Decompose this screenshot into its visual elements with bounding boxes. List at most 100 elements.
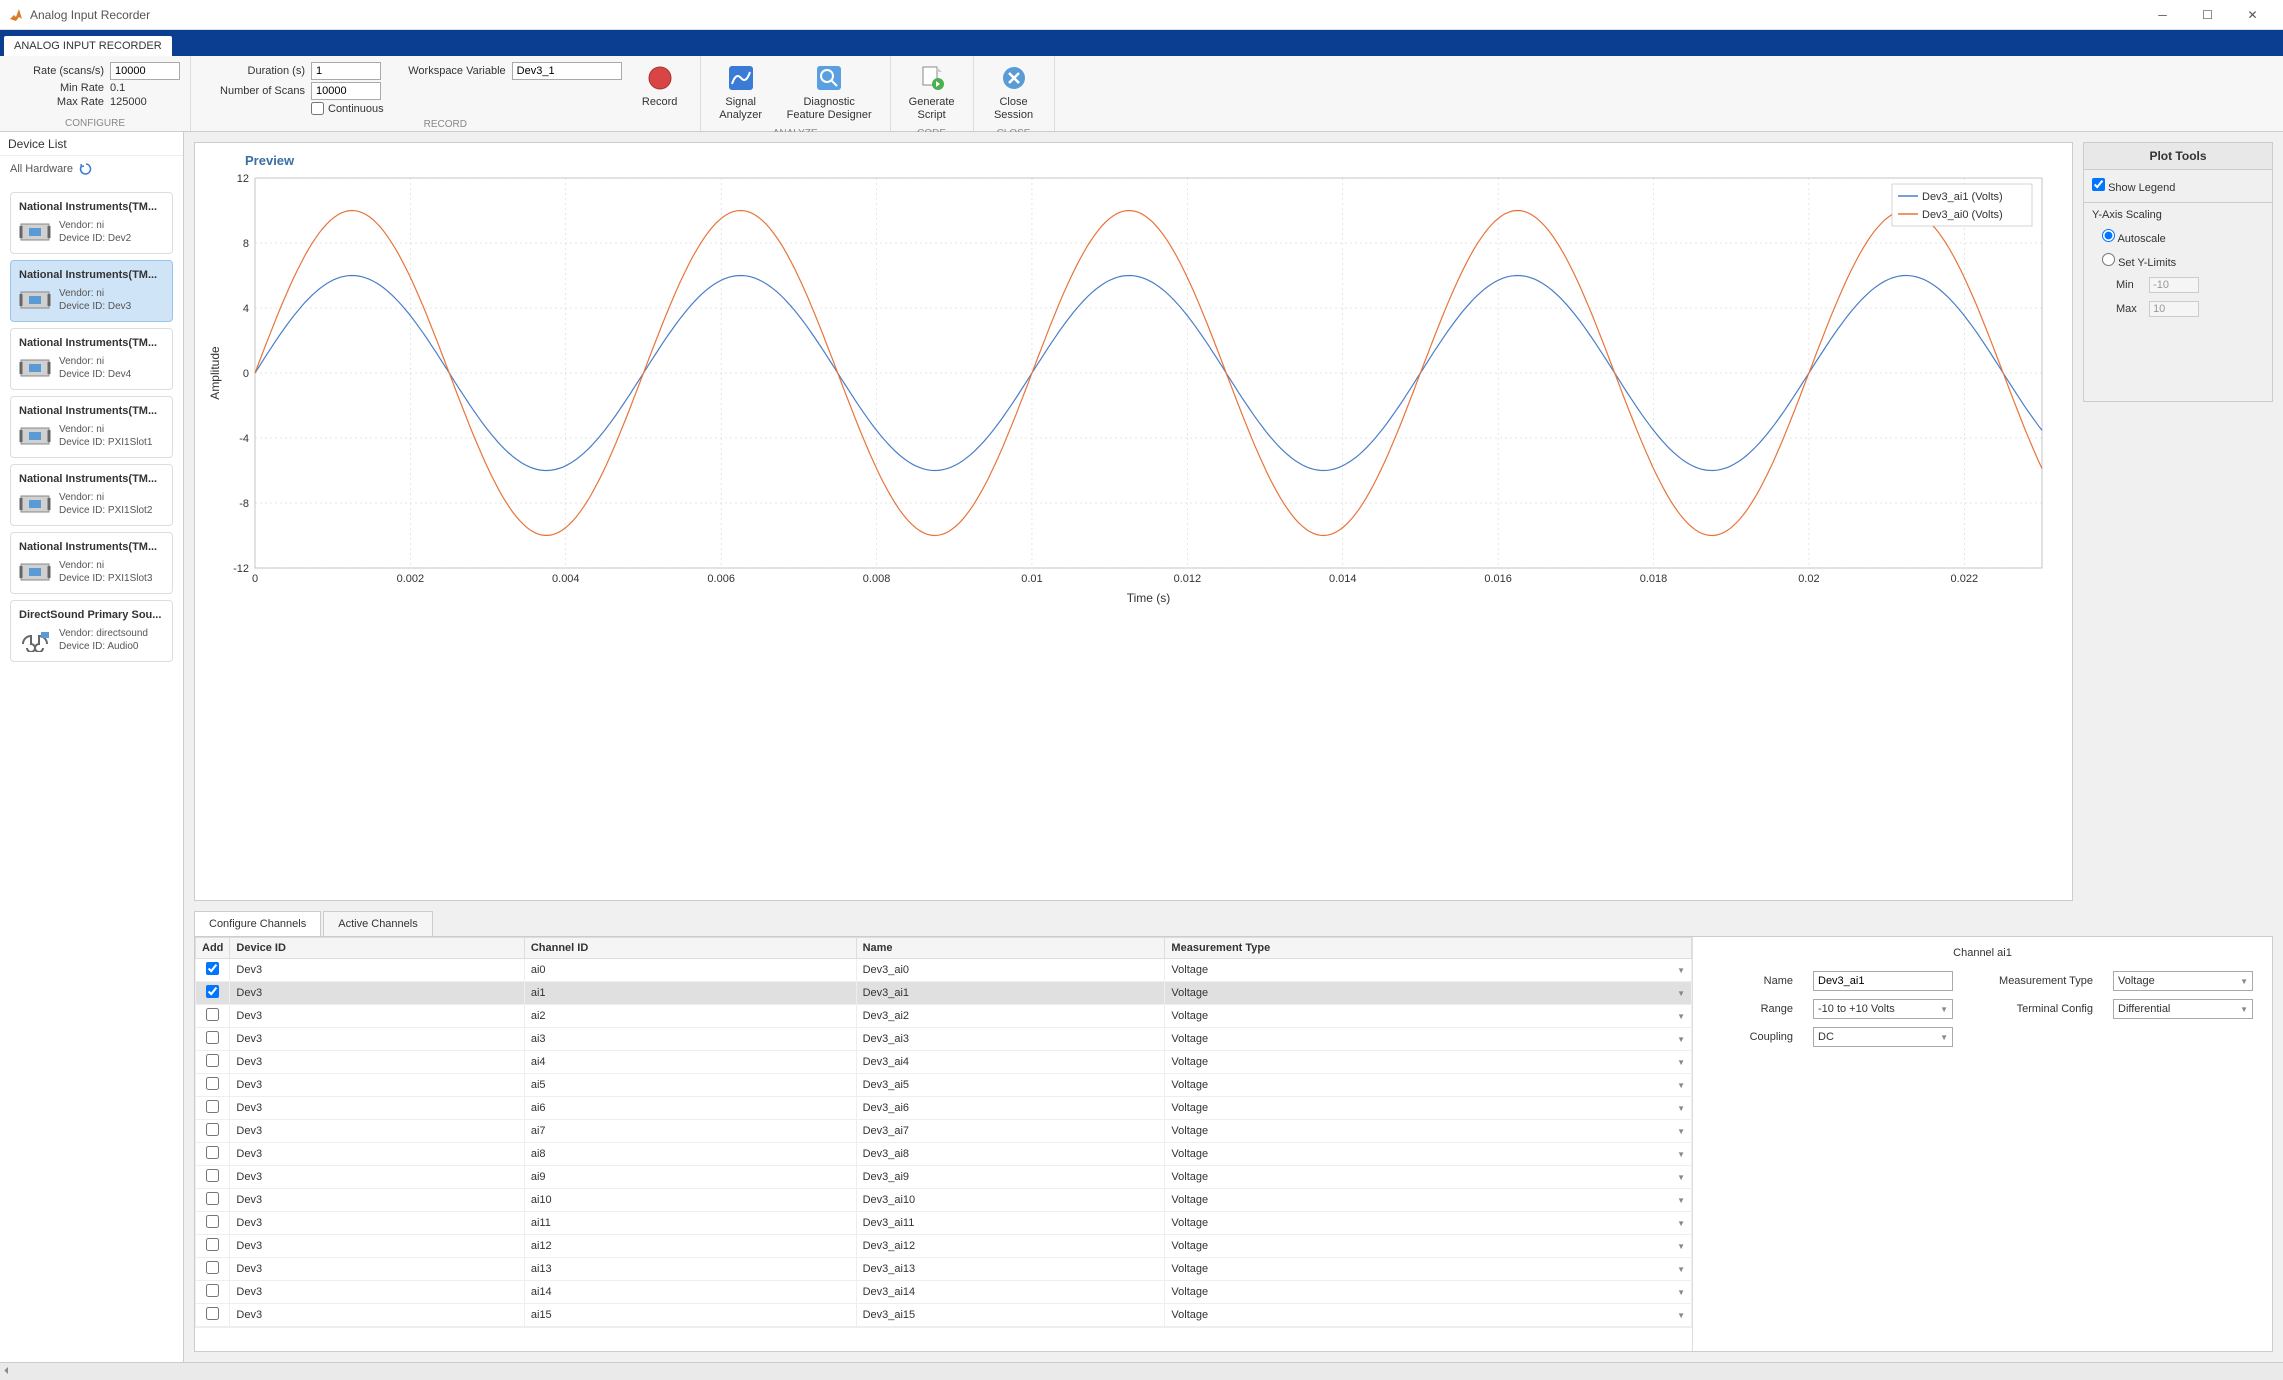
content-area: Preview -12-8-40481200.0020.0040.0060.00… [184, 132, 2283, 1362]
main-area: Device List All Hardware National Instru… [0, 132, 2283, 1362]
tab-analog-input-recorder[interactable]: ANALOG INPUT RECORDER [4, 36, 172, 56]
duration-input[interactable] [311, 62, 381, 80]
add-channel-checkbox[interactable] [206, 1261, 219, 1274]
device-info: Vendor: niDevice ID: Dev3 [59, 287, 131, 313]
continuous-checkbox[interactable] [311, 102, 324, 115]
table-row[interactable]: Dev3ai5Dev3_ai5Voltage▼ [196, 1074, 1692, 1097]
set-ylimits-radio[interactable] [2102, 253, 2115, 266]
cp-term-select[interactable]: Differential▼ [2113, 999, 2253, 1019]
refresh-icon[interactable] [79, 162, 93, 176]
add-channel-checkbox[interactable] [206, 1100, 219, 1113]
table-row[interactable]: Dev3ai13Dev3_ai13Voltage▼ [196, 1258, 1692, 1281]
add-channel-checkbox[interactable] [206, 1031, 219, 1044]
numscans-input[interactable] [311, 82, 381, 100]
device-list[interactable]: National Instruments(TM... Vendor: niDevi… [0, 182, 183, 1362]
cell-mtype[interactable]: Voltage▼ [1165, 1028, 1692, 1051]
tab-configure-channels[interactable]: Configure Channels [194, 911, 321, 936]
add-channel-checkbox[interactable] [206, 1215, 219, 1228]
table-row[interactable]: Dev3ai15Dev3_ai15Voltage▼ [196, 1304, 1692, 1327]
toolstrip-tabs: ANALOG INPUT RECORDER [0, 30, 2283, 56]
cell-name: Dev3_ai14 [856, 1281, 1165, 1304]
maximize-button[interactable]: ☐ [2185, 0, 2230, 30]
device-title: National Instruments(TM... [19, 473, 164, 485]
cell-mtype[interactable]: Voltage▼ [1165, 959, 1692, 982]
device-card[interactable]: National Instruments(TM...Vendor: niDevi… [10, 532, 173, 594]
table-row[interactable]: Dev3ai4Dev3_ai4Voltage▼ [196, 1051, 1692, 1074]
add-channel-checkbox[interactable] [206, 962, 219, 975]
signal-analyzer-button[interactable]: Signal Analyzer [711, 60, 771, 126]
table-row[interactable]: Dev3ai0Dev3_ai0Voltage▼ [196, 959, 1692, 982]
add-channel-checkbox[interactable] [206, 1169, 219, 1182]
cell-mtype[interactable]: Voltage▼ [1165, 1051, 1692, 1074]
cell-mtype[interactable]: Voltage▼ [1165, 1235, 1692, 1258]
device-card[interactable]: National Instruments(TM...Vendor: niDevi… [10, 192, 173, 254]
add-channel-checkbox[interactable] [206, 1123, 219, 1136]
autoscale-radio[interactable] [2102, 229, 2115, 242]
device-card[interactable]: National Instruments(TM...Vendor: niDevi… [10, 260, 173, 322]
cp-range-select[interactable]: -10 to +10 Volts▼ [1813, 999, 1953, 1019]
dropdown-icon: ▼ [1677, 1242, 1685, 1251]
add-channel-checkbox[interactable] [206, 1077, 219, 1090]
ymax-input[interactable] [2149, 301, 2199, 317]
rate-input[interactable] [110, 62, 180, 80]
table-row[interactable]: Dev3ai7Dev3_ai7Voltage▼ [196, 1120, 1692, 1143]
cell-mtype[interactable]: Voltage▼ [1165, 1166, 1692, 1189]
svg-text:Dev3_ai0 (Volts): Dev3_ai0 (Volts) [1922, 209, 2003, 221]
cell-mtype[interactable]: Voltage▼ [1165, 1189, 1692, 1212]
wsvar-input[interactable] [512, 62, 622, 80]
device-card[interactable]: National Instruments(TM...Vendor: niDevi… [10, 328, 173, 390]
table-row[interactable]: Dev3ai11Dev3_ai11Voltage▼ [196, 1212, 1692, 1235]
close-window-button[interactable]: ✕ [2230, 0, 2275, 30]
table-row[interactable]: Dev3ai10Dev3_ai10Voltage▼ [196, 1189, 1692, 1212]
channel-table[interactable]: Add Device ID Channel ID Name Measuremen… [195, 937, 1692, 1351]
table-row[interactable]: Dev3ai2Dev3_ai2Voltage▼ [196, 1005, 1692, 1028]
cell-channel: ai2 [524, 1005, 856, 1028]
minimize-button[interactable]: ─ [2140, 0, 2185, 30]
cp-name-input[interactable] [1813, 971, 1953, 991]
add-channel-checkbox[interactable] [206, 1307, 219, 1320]
cell-mtype[interactable]: Voltage▼ [1165, 1005, 1692, 1028]
cell-mtype[interactable]: Voltage▼ [1165, 1143, 1692, 1166]
device-card[interactable]: DirectSound Primary Sou...Vendor: direct… [10, 600, 173, 662]
cell-mtype[interactable]: Voltage▼ [1165, 1212, 1692, 1235]
cell-mtype[interactable]: Voltage▼ [1165, 1120, 1692, 1143]
record-button[interactable]: Record [630, 60, 690, 113]
cell-mtype[interactable]: Voltage▼ [1165, 1304, 1692, 1327]
cp-coupling-select[interactable]: DC▼ [1813, 1027, 1953, 1047]
cell-mtype[interactable]: Voltage▼ [1165, 1258, 1692, 1281]
table-row[interactable]: Dev3ai14Dev3_ai14Voltage▼ [196, 1281, 1692, 1304]
add-channel-checkbox[interactable] [206, 1008, 219, 1021]
close-session-button[interactable]: Close Session [984, 60, 1044, 126]
add-channel-checkbox[interactable] [206, 985, 219, 998]
cell-mtype[interactable]: Voltage▼ [1165, 982, 1692, 1005]
table-row[interactable]: Dev3ai1Dev3_ai1Voltage▼ [196, 982, 1692, 1005]
tab-active-channels[interactable]: Active Channels [323, 911, 433, 936]
col-mtype: Measurement Type [1165, 938, 1692, 959]
all-hardware-row[interactable]: All Hardware [0, 156, 183, 182]
table-row[interactable]: Dev3ai8Dev3_ai8Voltage▼ [196, 1143, 1692, 1166]
add-channel-checkbox[interactable] [206, 1192, 219, 1205]
table-row[interactable]: Dev3ai3Dev3_ai3Voltage▼ [196, 1028, 1692, 1051]
dropdown-icon: ▼ [1677, 1150, 1685, 1159]
show-legend-checkbox[interactable] [2092, 178, 2105, 191]
generate-script-button[interactable]: Generate Script [901, 60, 963, 126]
add-channel-checkbox[interactable] [206, 1146, 219, 1159]
close-session-icon [1000, 64, 1028, 92]
cell-name: Dev3_ai7 [856, 1120, 1165, 1143]
add-channel-checkbox[interactable] [206, 1054, 219, 1067]
cp-mtype-select[interactable]: Voltage▼ [2113, 971, 2253, 991]
ymin-input[interactable] [2149, 277, 2199, 293]
device-card[interactable]: National Instruments(TM...Vendor: niDevi… [10, 464, 173, 526]
table-row[interactable]: Dev3ai6Dev3_ai6Voltage▼ [196, 1097, 1692, 1120]
table-row[interactable]: Dev3ai9Dev3_ai9Voltage▼ [196, 1166, 1692, 1189]
cell-mtype[interactable]: Voltage▼ [1165, 1074, 1692, 1097]
device-card[interactable]: National Instruments(TM...Vendor: niDevi… [10, 396, 173, 458]
add-channel-checkbox[interactable] [206, 1284, 219, 1297]
diag-feature-designer-button[interactable]: Diagnostic Feature Designer [779, 60, 880, 126]
table-row[interactable]: Dev3ai12Dev3_ai12Voltage▼ [196, 1235, 1692, 1258]
dropdown-icon: ▼ [1677, 1058, 1685, 1067]
add-channel-checkbox[interactable] [206, 1238, 219, 1251]
cell-mtype[interactable]: Voltage▼ [1165, 1281, 1692, 1304]
cell-mtype[interactable]: Voltage▼ [1165, 1097, 1692, 1120]
cell-channel: ai12 [524, 1235, 856, 1258]
